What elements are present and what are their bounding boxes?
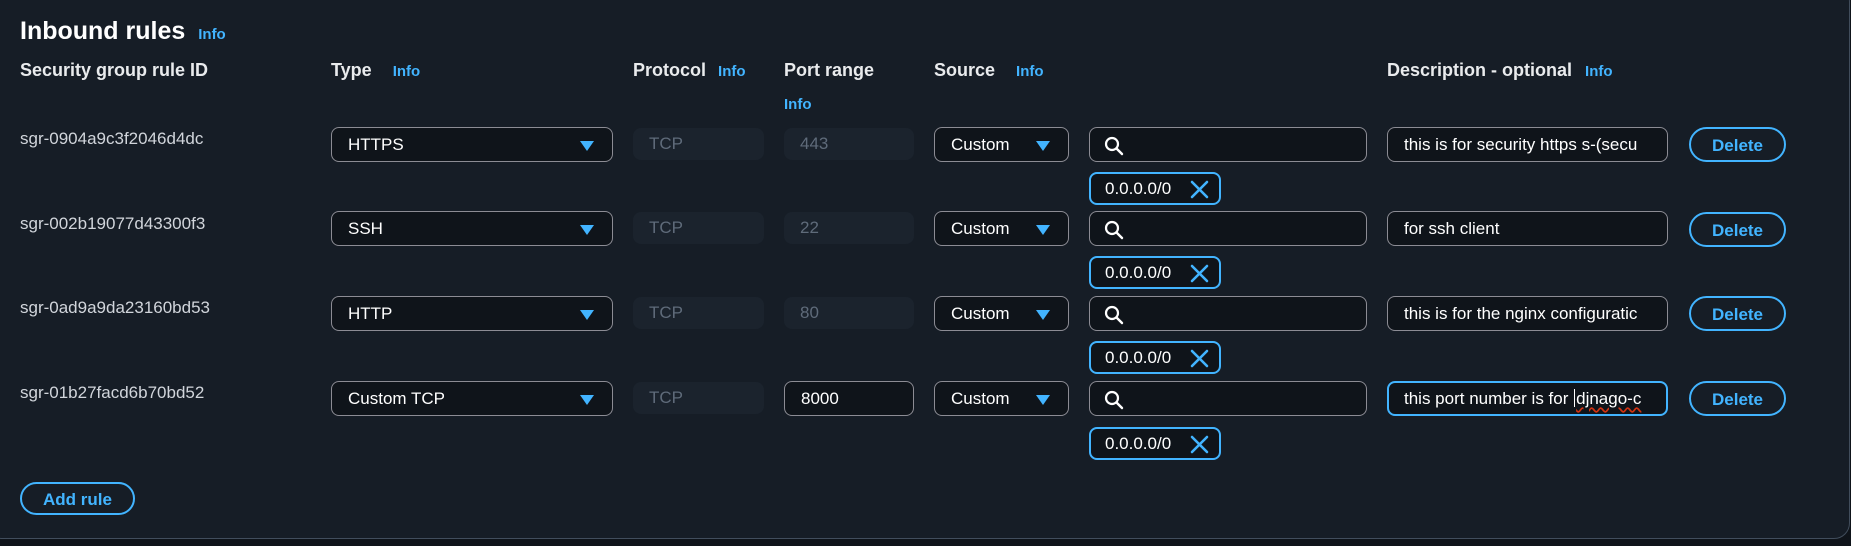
cidr-token: 0.0.0.0/0 xyxy=(1089,256,1221,289)
protocol-field: TCP xyxy=(633,212,764,244)
protocol-field: TCP xyxy=(633,297,764,329)
cidr-token: 0.0.0.0/0 xyxy=(1089,172,1221,205)
search-icon xyxy=(1104,390,1124,410)
cidr-token-value: 0.0.0.0/0 xyxy=(1105,179,1172,198)
caret-down-icon xyxy=(1036,141,1050,151)
caret-down-icon xyxy=(580,395,594,405)
source-select-value: Custom xyxy=(951,389,1010,408)
rule-id: sgr-01b27facd6b70bd52 xyxy=(20,383,205,402)
cidr-token-value: 0.0.0.0/0 xyxy=(1105,434,1172,453)
type-select-value: Custom TCP xyxy=(348,389,445,408)
header-source-label: Source xyxy=(934,60,996,80)
cidr-search-input[interactable] xyxy=(1089,381,1367,416)
header-source: Source Info xyxy=(934,59,1044,83)
caret-down-icon xyxy=(580,310,594,320)
cidr-search-input[interactable] xyxy=(1089,296,1367,331)
description-input[interactable]: this is for security https s-(secu xyxy=(1387,127,1668,162)
text-cursor xyxy=(1574,389,1576,407)
header-type-label: Type xyxy=(331,60,372,80)
port-range-field: 22 xyxy=(784,212,914,244)
header-type-info-link[interactable]: Info xyxy=(393,63,421,80)
source-select[interactable]: Custom xyxy=(934,127,1069,162)
header-port-range-info-link[interactable]: Info xyxy=(784,95,812,115)
protocol-field: TCP xyxy=(633,128,764,160)
type-select-value: HTTPS xyxy=(348,135,404,154)
caret-down-icon xyxy=(580,225,594,235)
close-icon[interactable] xyxy=(1190,349,1209,368)
rule-id: sgr-0ad9a9da23160bd53 xyxy=(20,298,211,317)
close-icon[interactable] xyxy=(1190,435,1209,454)
add-rule-button[interactable]: Add rule xyxy=(20,482,135,515)
delete-button[interactable]: Delete xyxy=(1689,296,1786,331)
caret-down-icon xyxy=(1036,395,1050,405)
header-protocol: Protocol Info xyxy=(633,59,746,83)
header-source-info-link[interactable]: Info xyxy=(1016,63,1044,80)
source-select[interactable]: Custom xyxy=(934,381,1069,416)
caret-down-icon xyxy=(1036,225,1050,235)
source-select-value: Custom xyxy=(951,219,1010,238)
description-text-after-cursor: djnago-c xyxy=(1576,389,1642,408)
header-rule-id: Security group rule ID xyxy=(20,60,209,80)
panel-title-text: Inbound rules xyxy=(20,17,186,45)
rule-id: sgr-002b19077d43300f3 xyxy=(20,214,206,233)
search-icon xyxy=(1104,136,1124,156)
cidr-token-value: 0.0.0.0/0 xyxy=(1105,348,1172,367)
header-protocol-info-link[interactable]: Info xyxy=(718,63,746,80)
type-select[interactable]: SSH xyxy=(331,211,613,246)
rule-id: sgr-0904a9c3f2046d4dc xyxy=(20,129,204,148)
caret-down-icon xyxy=(580,141,594,151)
description-text-before-cursor: this port number is for xyxy=(1404,389,1574,408)
header-description-info-link[interactable]: Info xyxy=(1585,63,1613,80)
type-select-value: SSH xyxy=(348,219,383,238)
cidr-token: 0.0.0.0/0 xyxy=(1089,427,1221,460)
type-select[interactable]: HTTPS xyxy=(331,127,613,162)
source-select[interactable]: Custom xyxy=(934,296,1069,331)
title-info-link[interactable]: Info xyxy=(198,26,226,43)
type-select-value: HTTP xyxy=(348,304,393,323)
protocol-field: TCP xyxy=(633,382,764,414)
delete-button[interactable]: Delete xyxy=(1689,381,1786,416)
header-type: Type Info xyxy=(331,59,420,83)
search-icon xyxy=(1104,305,1124,325)
delete-button[interactable]: Delete xyxy=(1689,212,1786,247)
search-icon xyxy=(1104,220,1124,240)
cidr-token: 0.0.0.0/0 xyxy=(1089,341,1221,374)
description-input-focused[interactable]: this port number is for djnago-c xyxy=(1387,381,1668,416)
header-port-range: Port range xyxy=(784,60,875,80)
source-select-value: Custom xyxy=(951,304,1010,323)
header-description: Description - optional Info xyxy=(1387,59,1613,83)
header-protocol-label: Protocol xyxy=(633,60,707,80)
port-range-input[interactable]: 8000 xyxy=(784,381,914,416)
panel-title: Inbound rules Info xyxy=(20,16,226,50)
close-icon[interactable] xyxy=(1190,264,1209,283)
cidr-search-input[interactable] xyxy=(1089,127,1367,162)
description-input[interactable]: this is for the nginx configuratic xyxy=(1387,296,1668,331)
cidr-token-value: 0.0.0.0/0 xyxy=(1105,263,1172,282)
cidr-search-input[interactable] xyxy=(1089,211,1367,246)
port-range-field: 80 xyxy=(784,297,914,329)
type-select[interactable]: Custom TCP xyxy=(331,381,613,416)
type-select[interactable]: HTTP xyxy=(331,296,613,331)
port-range-field: 443 xyxy=(784,128,914,160)
close-icon[interactable] xyxy=(1190,180,1209,199)
source-select-value: Custom xyxy=(951,135,1010,154)
description-input[interactable]: for ssh client xyxy=(1387,211,1668,246)
header-description-label: Description - optional xyxy=(1387,60,1573,80)
caret-down-icon xyxy=(1036,310,1050,320)
delete-button[interactable]: Delete xyxy=(1689,127,1786,162)
source-select[interactable]: Custom xyxy=(934,211,1069,246)
